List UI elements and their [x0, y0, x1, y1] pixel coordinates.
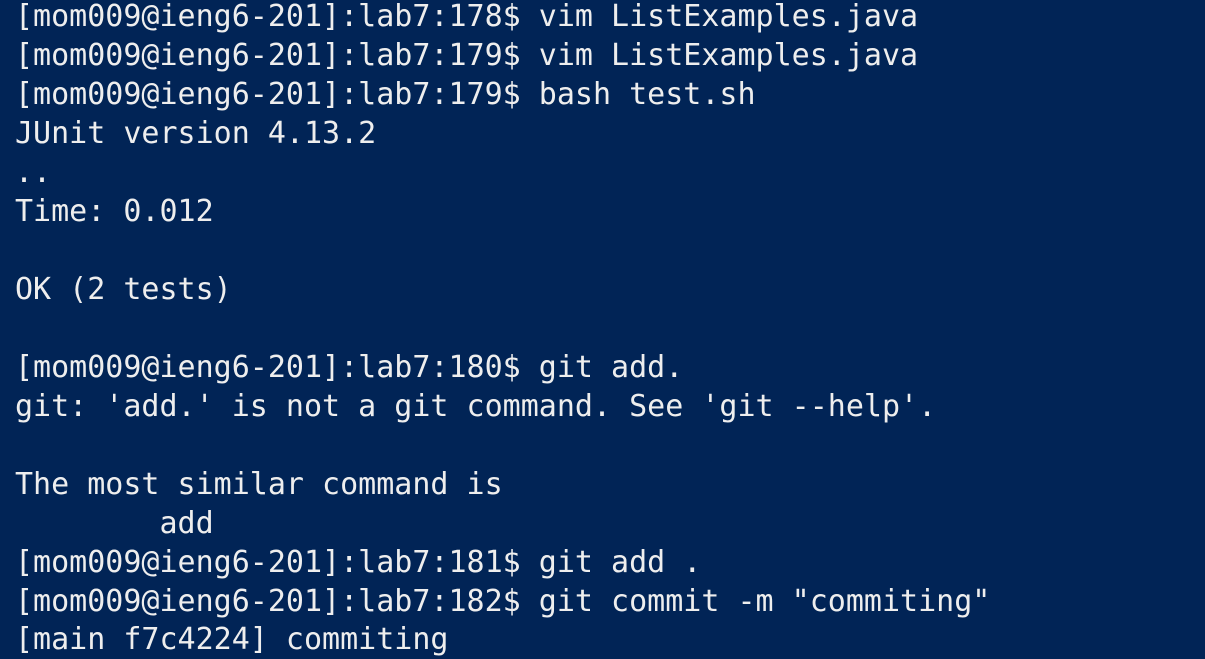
terminal-line: [mom009@ieng6-201]:lab7:179$ bash test.s… — [15, 77, 756, 112]
terminal-line: [mom009@ieng6-201]:lab7:180$ git add. — [15, 350, 684, 385]
terminal-line: Time: 0.012 — [15, 194, 214, 229]
terminal-line: [mom009@ieng6-201]:lab7:178$ vim ListExa… — [15, 0, 919, 34]
terminal-line: .. — [15, 155, 52, 190]
terminal-line: [mom009@ieng6-201]:lab7:179$ vim ListExa… — [15, 38, 919, 73]
terminal-line: [main f7c4224] commiting — [15, 622, 449, 657]
terminal-line: add — [15, 506, 214, 541]
terminal-window[interactable]: [mom009@ieng6-201]:lab7:178$ vim ListExa… — [0, 0, 1205, 659]
terminal-line: [mom009@ieng6-201]:lab7:182$ git commit … — [15, 584, 991, 619]
terminal-line: JUnit version 4.13.2 — [15, 116, 377, 151]
terminal-line: OK (2 tests) — [15, 272, 232, 307]
terminal-line: The most similar command is — [15, 467, 503, 502]
terminal-line: git: 'add.' is not a git command. See 'g… — [15, 389, 937, 424]
terminal-line: [mom009@ieng6-201]:lab7:181$ git add . — [15, 545, 702, 580]
